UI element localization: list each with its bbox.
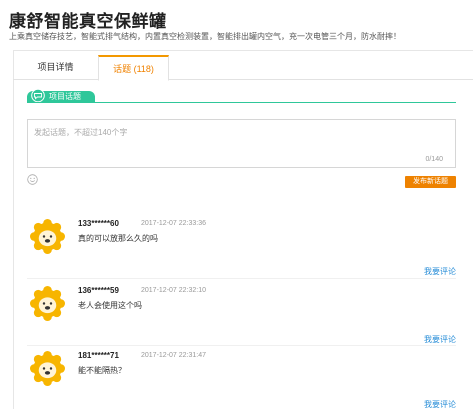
reply-link[interactable]: 我要评论: [424, 266, 456, 277]
comment-text: 能不能隔热？: [78, 366, 126, 375]
char-counter: 0/140: [425, 156, 443, 163]
emoji-icon[interactable]: [27, 174, 38, 185]
comment-username: 181******71: [78, 351, 119, 360]
tab-topics[interactable]: 话题 (118): [98, 55, 169, 81]
reply-link[interactable]: 我要评论: [424, 334, 456, 345]
comment-timestamp: 2017-12-07 22:31:47: [141, 352, 206, 359]
avatar-sun-icon: [30, 351, 65, 386]
comment-item: 181******71 2017-12-07 22:31:47 能不能隔热？ 我…: [27, 351, 456, 409]
avatar-sun-icon: [30, 286, 65, 321]
post-topic-button[interactable]: 发布新话题: [405, 176, 456, 188]
tab-bar: 项目详情 话题 (118): [13, 55, 473, 81]
section-title: 项目话题: [49, 92, 81, 101]
section-header: 项目话题: [27, 89, 456, 103]
comment-item: 136******59 2017-12-07 22:32:10 老人会使用这个吗…: [27, 286, 456, 346]
comment-text: 真的可以放那么久的吗: [78, 234, 158, 243]
comment-username: 136******59: [78, 286, 119, 295]
speech-bubble-icon: [31, 89, 45, 102]
comment-timestamp: 2017-12-07 22:33:36: [141, 220, 206, 227]
avatar-sun-icon: [30, 219, 65, 254]
reply-link[interactable]: 我要评论: [424, 399, 456, 409]
topic-input-placeholder: 发起话题，不超过140个字: [34, 128, 128, 137]
topic-input[interactable]: 发起话题，不超过140个字 0/140: [27, 119, 456, 168]
page-title: 康舒智能真空保鲜罐: [9, 12, 167, 31]
comment-timestamp: 2017-12-07 22:32:10: [141, 287, 206, 294]
comment-divider: [27, 278, 456, 279]
comment-text: 老人会使用这个吗: [78, 301, 142, 310]
section-badge: 项目话题: [27, 89, 95, 103]
tab-project-details[interactable]: 项目详情: [13, 55, 98, 80]
comment-divider: [27, 345, 456, 346]
comment-item: 133******60 2017-12-07 22:33:36 真的可以放那么久…: [27, 219, 456, 279]
comment-username: 133******60: [78, 219, 119, 228]
page-subtitle: 上乘真空储存技艺，智能式排气结构，内置真空检测装置，智能排出罐内空气，充一次电管…: [9, 32, 401, 41]
